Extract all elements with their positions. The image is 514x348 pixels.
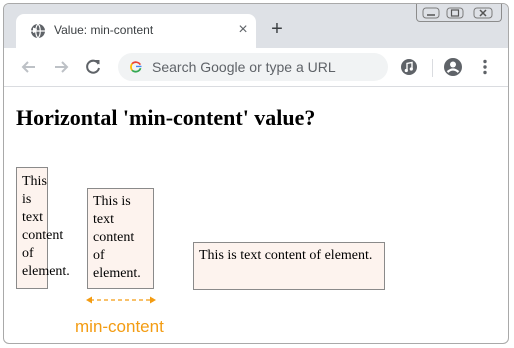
zero-width-box-text: This is text content of element. bbox=[22, 174, 70, 279]
auto-width-box: This is text content of element. bbox=[193, 242, 385, 290]
close-window-icon[interactable] bbox=[473, 6, 493, 20]
tab-close-icon[interactable]: × bbox=[234, 21, 252, 39]
back-arrow-icon[interactable] bbox=[18, 56, 40, 78]
media-icon[interactable] bbox=[398, 56, 420, 78]
google-g-icon bbox=[130, 61, 142, 73]
toolbar: Search Google or type a URL bbox=[4, 48, 508, 87]
min-content-box-text: This is text content of element. bbox=[93, 194, 141, 281]
auto-width-box-text: This is text content of element. bbox=[199, 248, 373, 263]
forward-arrow-icon[interactable] bbox=[50, 56, 72, 78]
address-bar[interactable]: Search Google or type a URL bbox=[118, 53, 388, 81]
width-arrow-icon bbox=[86, 296, 156, 304]
title-bar: Value: min-content × + bbox=[4, 4, 508, 48]
page-content: Horizontal 'min-content' value? This is … bbox=[4, 87, 508, 343]
globe-icon bbox=[31, 23, 45, 39]
window-controls bbox=[416, 4, 502, 22]
reload-icon[interactable] bbox=[82, 56, 104, 78]
minimize-icon[interactable] bbox=[421, 6, 441, 20]
address-bar-placeholder: Search Google or type a URL bbox=[152, 59, 336, 75]
new-tab-button[interactable]: + bbox=[266, 18, 288, 40]
profile-icon[interactable] bbox=[442, 56, 464, 78]
maximize-icon[interactable] bbox=[445, 6, 465, 20]
toolbar-separator bbox=[432, 59, 433, 77]
menu-dots-icon[interactable] bbox=[474, 56, 496, 78]
zero-width-box: This is text content of element. bbox=[16, 167, 70, 289]
min-content-box: This is text content of element. bbox=[87, 188, 154, 289]
browser-window: Value: min-content × + Search Google or … bbox=[3, 3, 509, 344]
min-content-label: min-content bbox=[75, 317, 164, 336]
active-tab[interactable]: Value: min-content × bbox=[16, 14, 256, 48]
page-title: Horizontal 'min-content' value? bbox=[16, 105, 316, 130]
tab-title: Value: min-content bbox=[54, 23, 154, 37]
